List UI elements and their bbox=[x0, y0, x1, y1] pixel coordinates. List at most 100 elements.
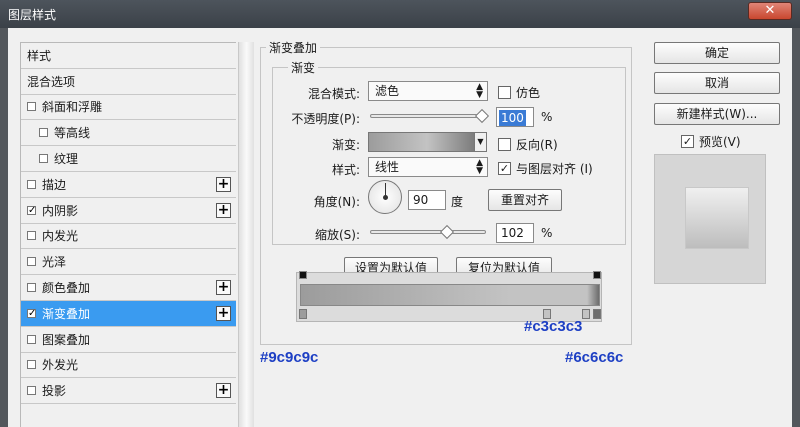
new-style-label: 新建样式(W)... bbox=[676, 107, 758, 121]
dialog-body: 样式 混合选项 斜面和浮雕 等高线 纹理 描边 + ✓ 内阴影 + 内发光 光泽 颜色叠加 + ✓ 渐变叠加 +… bbox=[8, 28, 792, 427]
preview-label: 预览(V) bbox=[699, 135, 741, 149]
style-list-item[interactable]: 描边 + bbox=[21, 172, 236, 198]
ok-label: 确定 bbox=[704, 46, 729, 60]
style-list-item[interactable]: ✓ 内阴影 + bbox=[21, 198, 236, 224]
style-list-item[interactable]: 光泽 bbox=[21, 249, 236, 276]
style-item-label: 纹理 bbox=[54, 152, 79, 167]
style-item-checkbox[interactable] bbox=[27, 283, 36, 293]
style-list-item[interactable]: 外发光 bbox=[21, 353, 236, 379]
reverse-box[interactable] bbox=[498, 138, 511, 151]
style-item-label: 斜面和浮雕 bbox=[42, 100, 103, 115]
style-list-item[interactable]: 等高线 bbox=[21, 120, 236, 147]
align-with-layer-label: 与图层对齐 (I) bbox=[516, 162, 593, 176]
style-list-item[interactable]: 斜面和浮雕 bbox=[21, 95, 236, 121]
opacity-slider[interactable] bbox=[370, 114, 486, 118]
style-list-item[interactable]: 颜色叠加 + bbox=[21, 275, 236, 301]
preview-box[interactable]: ✓ bbox=[681, 135, 694, 148]
gradient-dropdown-button[interactable]: ▼ bbox=[474, 132, 487, 152]
style-list: 样式 混合选项 斜面和浮雕 等高线 纹理 描边 + ✓ 内阴影 + 内发光 光泽 颜色叠加 + ✓ 渐变叠加 +… bbox=[20, 42, 236, 427]
ok-button[interactable]: 确定 bbox=[654, 42, 780, 64]
style-item-label: 混合选项 bbox=[27, 74, 76, 89]
scale-slider[interactable] bbox=[370, 230, 486, 234]
style-item-checkbox[interactable] bbox=[27, 231, 36, 241]
scale-percent: % bbox=[541, 226, 553, 240]
opacity-value: 100 bbox=[499, 110, 526, 126]
preview-panel bbox=[654, 154, 766, 284]
add-effect-icon[interactable]: + bbox=[216, 383, 231, 399]
add-effect-icon[interactable]: + bbox=[216, 280, 231, 296]
angle-input[interactable]: 90 bbox=[408, 190, 446, 210]
color-stop-right[interactable] bbox=[593, 309, 601, 319]
angle-dial[interactable] bbox=[368, 180, 402, 214]
style-list-item[interactable]: 纹理 bbox=[21, 146, 236, 172]
style-item-checkbox[interactable] bbox=[27, 360, 36, 370]
cancel-label: 取消 bbox=[704, 76, 729, 90]
style-list-item[interactable]: 图案叠加 bbox=[21, 327, 236, 353]
reset-alignment-label: 重置对齐 bbox=[500, 193, 549, 207]
opacity-stop-right[interactable] bbox=[593, 271, 601, 279]
gradient-subgroup-title: 渐变 bbox=[288, 59, 319, 76]
gradient-swatch[interactable] bbox=[368, 132, 486, 152]
preview-swatch bbox=[685, 187, 749, 249]
reset-alignment-button[interactable]: 重置对齐 bbox=[488, 189, 562, 211]
select-arrows-icon: ▲ ▼ bbox=[476, 158, 483, 176]
style-item-label: 图案叠加 bbox=[42, 332, 91, 347]
opacity-percent: % bbox=[541, 110, 553, 124]
color-stop-left[interactable] bbox=[299, 309, 307, 319]
add-effect-icon[interactable]: + bbox=[216, 305, 231, 321]
reverse-checkbox[interactable]: 反向(R) bbox=[498, 136, 558, 153]
scale-input[interactable]: 102 bbox=[496, 223, 534, 243]
add-effect-icon[interactable]: + bbox=[216, 202, 231, 218]
style-item-checkbox[interactable] bbox=[27, 257, 36, 267]
annotation-mid-color: #c3c3c3 bbox=[524, 318, 583, 335]
annotation-right-color: #6c6c6c bbox=[565, 349, 624, 366]
style-item-checkbox[interactable]: ✓ bbox=[27, 308, 36, 318]
style-list-item[interactable]: 投影 + bbox=[21, 378, 236, 405]
style-list-item[interactable]: ✓ 渐变叠加 + bbox=[21, 300, 236, 327]
style-list-item[interactable]: 内发光 bbox=[21, 224, 236, 250]
opacity-stop-left[interactable] bbox=[299, 271, 307, 279]
close-button[interactable]: ✕ bbox=[748, 2, 792, 20]
style-item-label: 投影 bbox=[42, 384, 67, 399]
dither-checkbox[interactable]: 仿色 bbox=[498, 84, 540, 101]
align-with-layer-box[interactable]: ✓ bbox=[498, 162, 511, 175]
style-item-checkbox[interactable] bbox=[39, 154, 48, 164]
align-with-layer-checkbox[interactable]: ✓ 与图层对齐 (I) bbox=[498, 160, 593, 177]
style-item-label: 描边 bbox=[42, 177, 67, 192]
gradient-bar[interactable] bbox=[300, 284, 600, 306]
title-bar: 图层样式 ✕ bbox=[0, 0, 800, 28]
style-item-label: 光泽 bbox=[42, 255, 67, 270]
dither-box[interactable] bbox=[498, 86, 511, 99]
angle-value: 90 bbox=[413, 193, 429, 207]
style-list-item[interactable]: 样式 bbox=[21, 43, 236, 69]
preview-checkbox[interactable]: ✓ 预览(V) bbox=[681, 133, 741, 150]
style-item-checkbox[interactable] bbox=[39, 128, 48, 138]
style-item-label: 外发光 bbox=[42, 358, 79, 373]
style-item-checkbox[interactable] bbox=[27, 386, 36, 396]
new-style-button[interactable]: 新建样式(W)... bbox=[654, 103, 780, 125]
style-item-label: 颜色叠加 bbox=[42, 281, 91, 296]
scale-label: 缩放(S): bbox=[314, 228, 360, 242]
style-item-checkbox[interactable] bbox=[27, 179, 36, 189]
opacity-input[interactable]: 100 bbox=[496, 107, 534, 127]
angle-label: 角度(N): bbox=[313, 195, 360, 209]
angle-dial-center bbox=[383, 195, 388, 200]
style-item-label: 内发光 bbox=[42, 229, 79, 244]
style-list-item[interactable]: 混合选项 bbox=[21, 69, 236, 95]
style-item-checkbox[interactable] bbox=[27, 334, 36, 344]
chevron-down-icon: ▼ bbox=[477, 137, 484, 146]
add-effect-icon[interactable]: + bbox=[216, 176, 231, 192]
style-label: 样式: bbox=[331, 163, 360, 177]
style-item-checkbox[interactable] bbox=[27, 102, 36, 112]
style-value: 线性 bbox=[375, 160, 400, 174]
style-item-label: 渐变叠加 bbox=[42, 306, 91, 321]
cancel-button[interactable]: 取消 bbox=[654, 72, 780, 94]
style-item-checkbox[interactable]: ✓ bbox=[27, 205, 36, 215]
annotation-left-color: #9c9c9c bbox=[260, 349, 319, 366]
select-arrows-icon: ▲ ▼ bbox=[476, 82, 483, 100]
blend-mode-select[interactable]: 滤色 ▲ ▼ bbox=[368, 81, 488, 101]
dither-label: 仿色 bbox=[516, 86, 541, 100]
style-select[interactable]: 线性 ▲ ▼ bbox=[368, 157, 488, 177]
color-stop-right-inner[interactable] bbox=[582, 309, 590, 319]
gradient-overlay-title: 渐变叠加 bbox=[266, 39, 321, 56]
